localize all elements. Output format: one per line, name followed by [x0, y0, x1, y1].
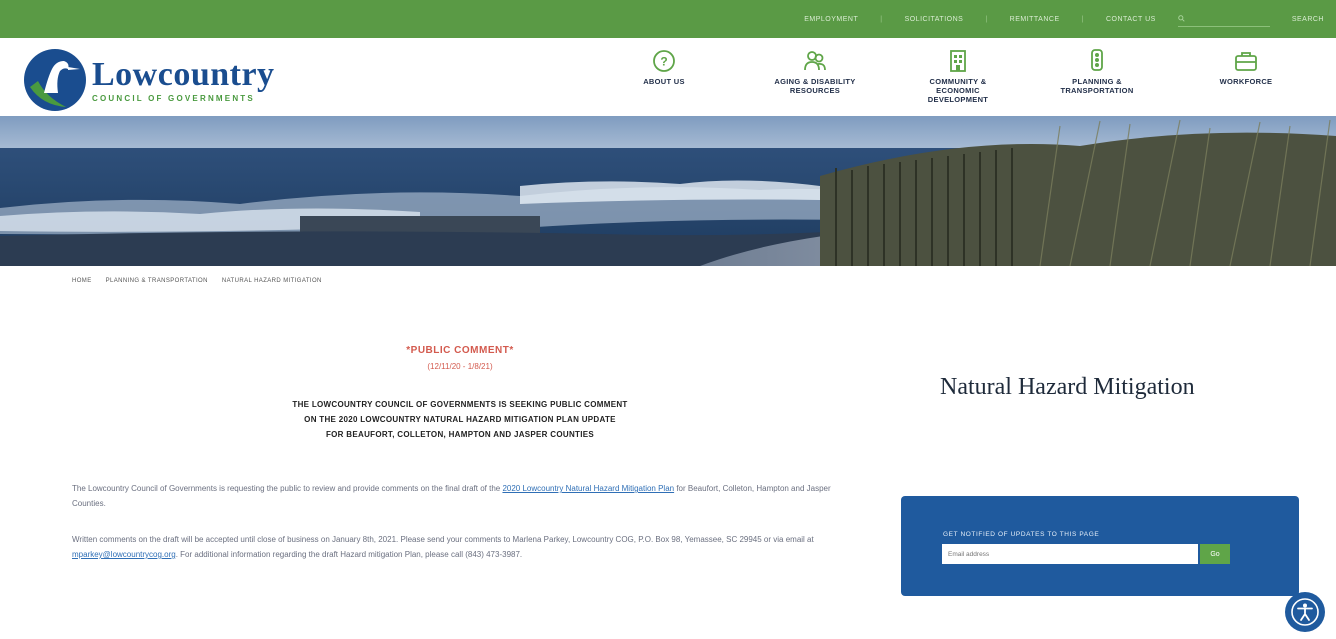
- nav-label: PLANNING & TRANSPORTATION: [1060, 77, 1134, 95]
- svg-text:?: ?: [660, 55, 667, 69]
- nav-community-economic[interactable]: COMMUNITY & ECONOMIC DEVELOPMENT: [912, 48, 1004, 116]
- people-icon: [804, 51, 826, 71]
- nav-about-us[interactable]: ? ABOUT US: [632, 48, 696, 116]
- go-button[interactable]: Go: [1200, 544, 1230, 564]
- hazard-plan-link[interactable]: 2020 Lowcountry Natural Hazard Mitigatio…: [502, 484, 674, 493]
- breadcrumb-home[interactable]: HOME: [72, 278, 92, 284]
- breadcrumb-planning[interactable]: PLANNING & TRANSPORTATION: [106, 278, 208, 284]
- logo-title: Lowcountry: [92, 55, 275, 93]
- remittance-link[interactable]: REMITTANCE: [1010, 16, 1060, 23]
- contact-us-link[interactable]: CONTACT US: [1106, 16, 1156, 23]
- employment-link[interactable]: EMPLOYMENT: [804, 16, 858, 23]
- paragraph-text: The Lowcountry Council of Governments is…: [72, 484, 503, 493]
- beach-scene-image: [0, 116, 1336, 266]
- divider: |: [880, 15, 883, 23]
- notice-heading-line: THE LOWCOUNTRY COUNCIL OF GOVERNMENTS IS…: [292, 400, 628, 409]
- paragraph-text: Written comments on the draft will be ac…: [72, 535, 814, 544]
- site-logo[interactable]: Lowcountry COUNCIL OF GOVERNMENTS: [22, 47, 275, 113]
- notice-heading-line: ON THE 2020 LOWCOUNTRY NATURAL HAZARD MI…: [304, 415, 616, 424]
- notice-paragraph-2: Written comments on the draft will be ac…: [72, 532, 852, 562]
- nav-label: COMMUNITY & ECONOMIC DEVELOPMENT: [927, 77, 989, 104]
- email-field[interactable]: [942, 544, 1198, 564]
- nav-aging-disability[interactable]: AGING & DISABILITY RESOURCES: [760, 48, 870, 116]
- search-input[interactable]: [1177, 12, 1270, 27]
- accessibility-button[interactable]: [1285, 592, 1325, 632]
- building-icon: [950, 50, 966, 72]
- notice-paragraph-1: The Lowcountry Council of Governments is…: [72, 481, 852, 511]
- nav-label: WORKFORCE: [1219, 77, 1273, 86]
- notice-heading: THE LOWCOUNTRY COUNCIL OF GOVERNMENTS IS…: [200, 397, 720, 442]
- search-icon: [1178, 15, 1185, 22]
- notify-caption: GET NOTIFIED OF UPDATES TO THIS PAGE: [943, 531, 1100, 538]
- heron-logo-icon: [24, 49, 86, 111]
- site-header: Lowcountry COUNCIL OF GOVERNMENTS ? ABOU…: [0, 38, 1336, 116]
- question-circle-icon: ?: [653, 50, 675, 72]
- nav-label: AGING & DISABILITY RESOURCES: [774, 77, 856, 95]
- utility-links: EMPLOYMENT | SOLICITATIONS | REMITTANCE …: [804, 0, 1324, 38]
- utility-bar: EMPLOYMENT | SOLICITATIONS | REMITTANCE …: [0, 0, 1336, 38]
- paragraph-text: . For additional information regarding t…: [175, 550, 523, 559]
- notify-panel: GET NOTIFIED OF UPDATES TO THIS PAGE Go: [901, 496, 1299, 596]
- solicitations-link[interactable]: SOLICITATIONS: [905, 16, 964, 23]
- divider: |: [1081, 15, 1084, 23]
- hero-image: [0, 116, 1336, 266]
- nav-workforce[interactable]: WORKFORCE: [1198, 48, 1294, 116]
- accessibility-icon: [1291, 598, 1319, 626]
- briefcase-icon: [1235, 52, 1257, 71]
- public-comment-title: *PUBLIC COMMENT*: [406, 345, 514, 356]
- logo-subtitle: COUNCIL OF GOVERNMENTS: [92, 93, 255, 103]
- notice-heading-line: FOR BEAUFORT, COLLETON, HAMPTON AND JASP…: [325, 430, 595, 439]
- breadcrumb-current: NATURAL HAZARD MITIGATION: [221, 278, 322, 284]
- breadcrumb: HOME PLANNING & TRANSPORTATION NATURAL H…: [72, 278, 322, 284]
- search-button[interactable]: SEARCH: [1292, 16, 1324, 23]
- traffic-light-icon: [1091, 49, 1103, 71]
- divider: |: [985, 15, 988, 23]
- nav-label: ABOUT US: [643, 77, 685, 86]
- public-comment-dates: (12/11/20 - 1/8/21): [427, 362, 493, 371]
- sidebar-title: Natural Hazard Mitigation: [940, 374, 1195, 400]
- nav-planning-transportation[interactable]: PLANNING & TRANSPORTATION: [1045, 48, 1149, 116]
- email-link[interactable]: mparkey@lowcountrycog.org: [72, 550, 176, 559]
